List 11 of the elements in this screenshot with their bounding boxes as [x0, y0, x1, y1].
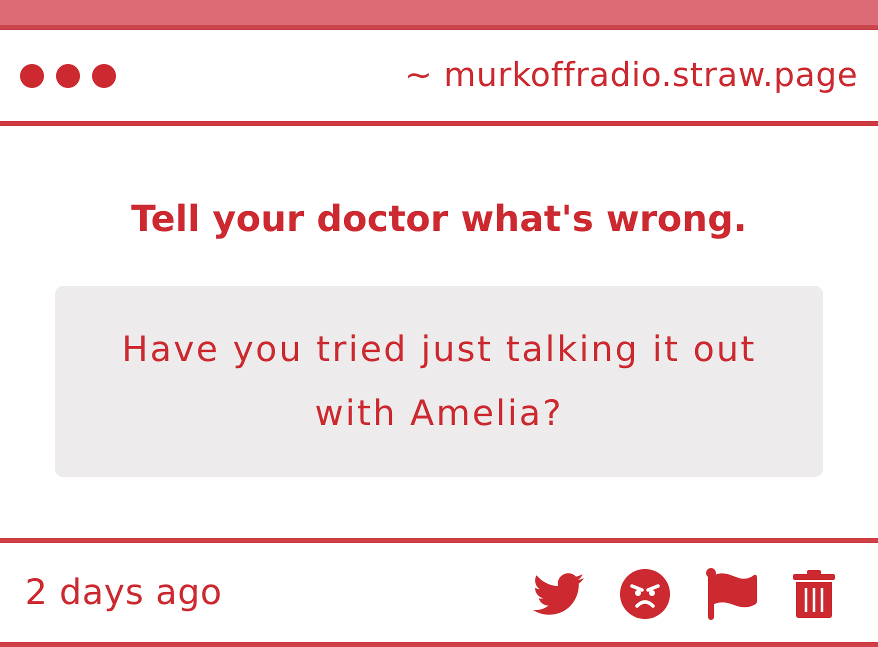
trash-icon[interactable] — [793, 570, 835, 618]
dot-icon — [56, 64, 80, 88]
flag-icon[interactable] — [706, 568, 757, 620]
site-url: ~ murkoffradio.straw.page — [404, 55, 858, 96]
message-text: Have you tried just talking it out with Amelia? — [120, 328, 758, 436]
dot-icon — [20, 64, 44, 88]
post-time: 2 days ago — [25, 572, 222, 612]
dot-icon — [92, 64, 116, 88]
bird-icon[interactable] — [533, 572, 584, 614]
post-title: Tell your doctor what's wrong. — [131, 198, 747, 242]
angry-face-icon[interactable] — [620, 568, 670, 618]
